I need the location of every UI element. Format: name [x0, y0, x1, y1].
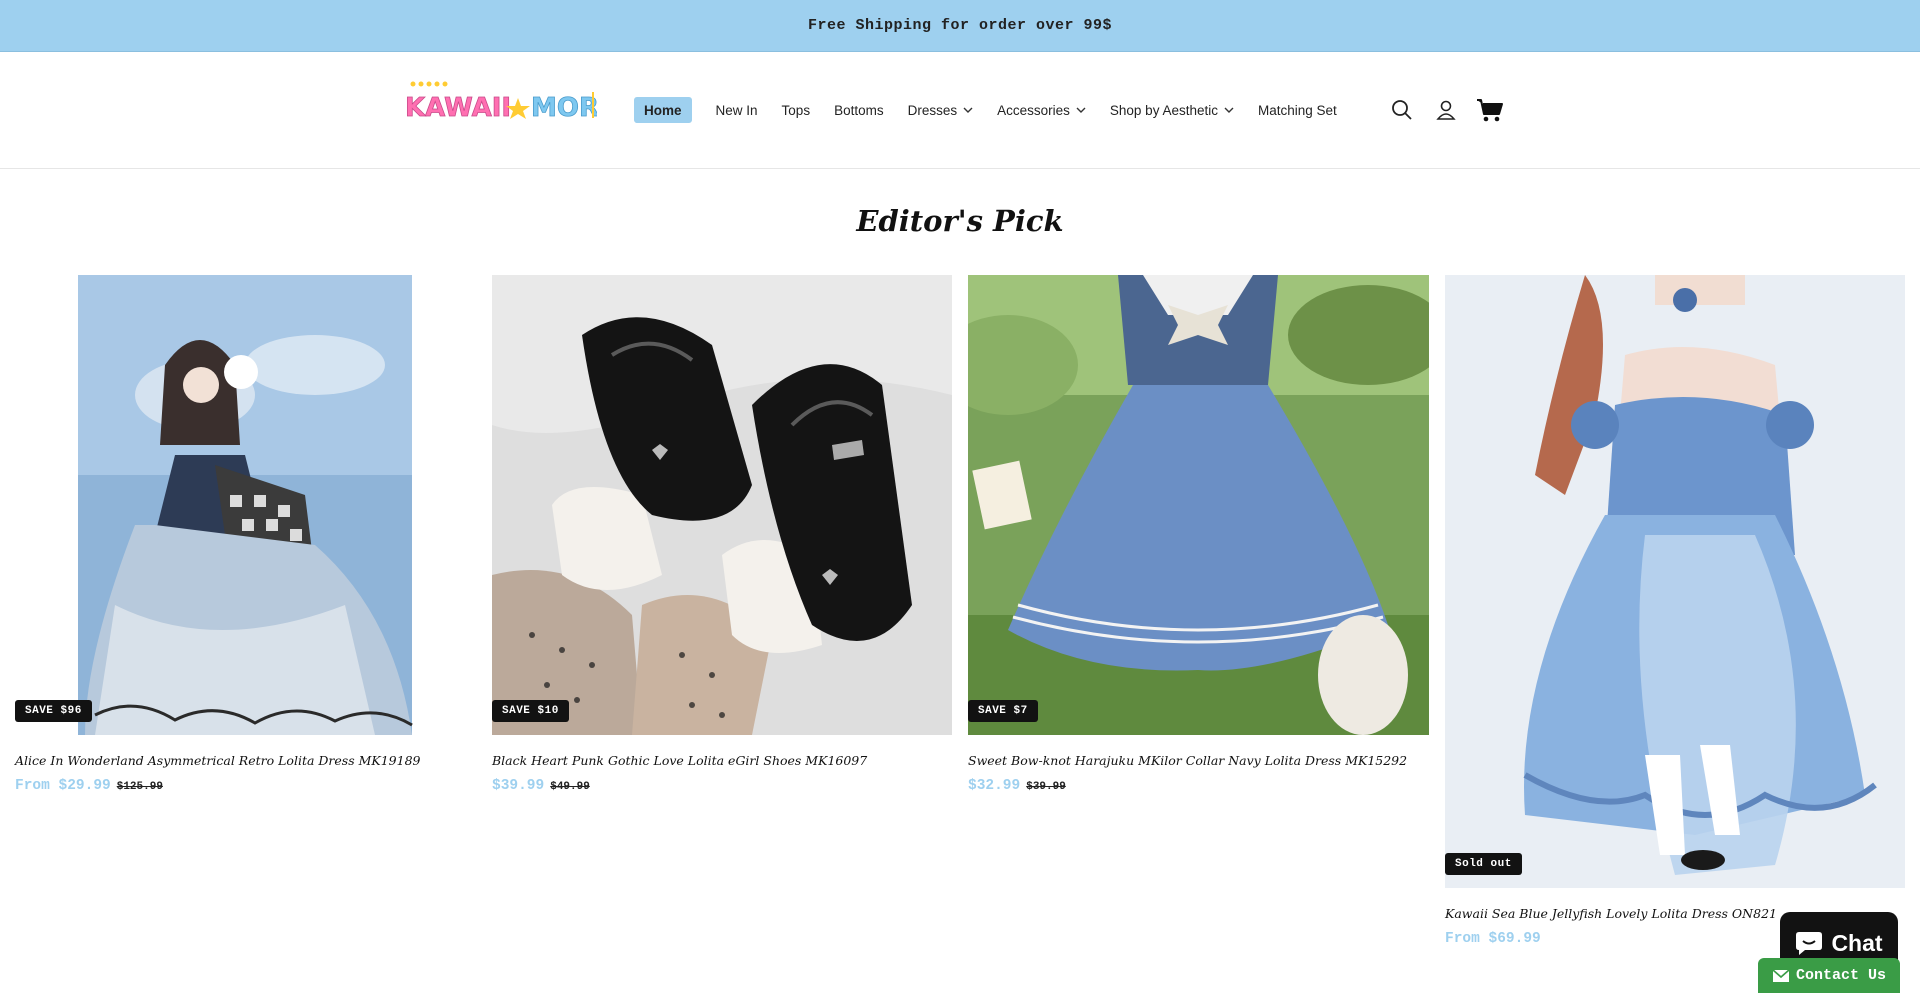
product-title[interactable]: Alice In Wonderland Asymmetrical Retro L… [15, 753, 421, 768]
price-compare: $125.99 [116, 781, 163, 793]
price-compare: $39.99 [1026, 781, 1066, 793]
nav-matching-set[interactable]: Matching Set [1258, 97, 1337, 123]
nav-new-in-label: New In [715, 102, 758, 118]
product-price: $32.99 $39.99 [968, 778, 1066, 794]
search-icon [1392, 100, 1412, 120]
nav-tops-label: Tops [781, 102, 811, 118]
nav-new-in[interactable]: New In [716, 97, 758, 123]
price-compare: $49.99 [550, 781, 590, 793]
svg-text:MORI: MORI [531, 93, 597, 123]
nav-bottoms-label: Bottoms [834, 102, 884, 118]
svg-text:KAWAII: KAWAII [405, 93, 511, 123]
product-image[interactable] [15, 275, 475, 735]
chevron-down-icon [963, 107, 973, 113]
nav-shop-by-aesthetic-label: Shop by Aesthetic [1109, 102, 1218, 118]
product-price: From $29.99 $125.99 [15, 778, 163, 794]
nav-shop-by-aesthetic[interactable]: Shop by Aesthetic [1110, 97, 1234, 123]
sold-out-badge: Sold out [1445, 853, 1522, 875]
nav-matching-set-label: Matching Set [1257, 102, 1337, 118]
sale-badge: SAVE $10 [492, 700, 569, 722]
product-price: From $69.99 [1445, 931, 1547, 947]
chevron-down-icon [1076, 107, 1086, 113]
price-current: From $69.99 [1445, 931, 1541, 947]
cart-button[interactable] [1476, 96, 1504, 124]
sale-badge: SAVE $7 [968, 700, 1038, 722]
site-header: KAWAII MORI Home New In Tops Bottoms Dre… [0, 52, 1920, 169]
brand-logo[interactable]: KAWAII MORI [405, 78, 597, 126]
nav-accessories[interactable]: Accessories [997, 97, 1086, 123]
product-image[interactable] [492, 275, 952, 735]
search-button[interactable] [1388, 96, 1416, 124]
price-current: $39.99 [492, 778, 545, 794]
nav-home-label: Home [644, 102, 682, 118]
account-button[interactable] [1432, 96, 1460, 124]
cart-icon [1477, 99, 1503, 122]
price-current: From $29.99 [15, 778, 111, 794]
contact-us-tab[interactable]: Contact Us [1758, 958, 1900, 993]
announcement-bar: Free Shipping for order over 99$ [0, 0, 1920, 52]
nav-tops[interactable]: Tops [782, 97, 811, 123]
product-image[interactable] [1445, 275, 1905, 888]
product-image[interactable] [968, 275, 1429, 735]
sale-badge: SAVE $96 [15, 700, 92, 722]
nav-home[interactable]: Home [634, 97, 692, 123]
product-price: $39.99 $49.99 [492, 778, 590, 794]
chat-button-label: Chat [1831, 929, 1883, 956]
chat-bubble-icon [1796, 932, 1823, 955]
product-title[interactable]: Black Heart Punk Gothic Love Lolita eGir… [492, 753, 867, 768]
nav-dresses[interactable]: Dresses [908, 97, 974, 123]
nav-bottoms[interactable]: Bottoms [834, 97, 884, 123]
main-nav: Home New In Tops Bottoms Dresses Accesso… [634, 97, 1361, 123]
nav-accessories-label: Accessories [997, 102, 1070, 118]
section-title: Editor's Pick [856, 204, 1064, 238]
product-title[interactable]: Kawaii Sea Blue Jellyfish Lovely Lolita … [1445, 906, 1777, 921]
header-icons [1388, 96, 1520, 124]
product-title[interactable]: Sweet Bow-knot Harajuku MKilor Collar Na… [968, 753, 1407, 768]
account-icon [1436, 100, 1456, 120]
price-current: $32.99 [968, 778, 1021, 794]
announcement-text: Free Shipping for order over 99$ [807, 17, 1113, 34]
chevron-down-icon [1224, 107, 1234, 113]
contact-us-label: Contact Us [1796, 967, 1887, 984]
nav-dresses-label: Dresses [907, 102, 958, 118]
envelope-icon [1772, 968, 1790, 982]
